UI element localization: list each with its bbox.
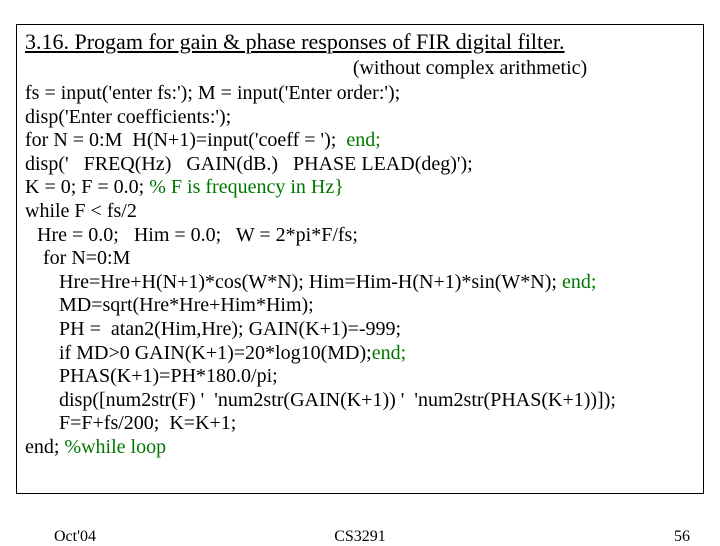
code-text: if MD>0 GAIN(K+1)=20*log10(MD); [59,342,372,364]
code-line: MD=sqrt(Hre*Hre+Him*Him); [25,294,695,318]
footer-course: CS3291 [0,528,720,546]
code-text: Hre=Hre+H(N+1)*cos(W*N); Him=Him-H(N+1)*… [59,271,562,293]
code-line: PHAS(K+1)=PH*180.0/pi; [25,365,695,389]
code-line: end; %while loop [25,436,695,460]
code-line: F=F+fs/200; K=K+1; [25,412,695,436]
comment: % F is frequency in Hz} [149,176,344,198]
comment: %while loop [64,436,166,458]
slide-title: 3.16. Progam for gain & phase responses … [25,29,695,55]
footer-page-number: 56 [674,528,690,546]
code-line: Hre=Hre+H(N+1)*cos(W*N); Him=Him-H(N+1)*… [25,271,695,295]
code-text: K = 0; F = 0.0; [25,176,149,198]
code-line: PH = atan2(Him,Hre); GAIN(K+1)=-999; [25,318,695,342]
keyword-end: end; [562,271,596,293]
code-line: disp(' FREQ(Hz) GAIN(dB.) PHASE LEAD(deg… [25,153,695,177]
code-line: fs = input('enter fs:'); M = input('Ente… [25,82,695,106]
code-line: disp('Enter coefficients:'); [25,106,695,130]
code-line: while F < fs/2 [25,200,695,224]
code-line: K = 0; F = 0.0; % F is frequency in Hz} [25,176,695,200]
slide-subtitle: (without complex arithmetic) [25,57,695,80]
code-text: end; [25,436,64,458]
code-line: for N = 0:M H(N+1)=input('coeff = '); en… [25,129,695,153]
code-text: for N = 0:M H(N+1)=input('coeff = '); [25,129,346,151]
keyword-end: end; [372,342,406,364]
slide-content: 3.16. Progam for gain & phase responses … [16,24,704,494]
code-line: if MD>0 GAIN(K+1)=20*log10(MD);end; [25,342,695,366]
code-line: Hre = 0.0; Him = 0.0; W = 2*pi*F/fs; [25,224,695,248]
keyword-end: end; [346,129,380,151]
code-line: for N=0:M [25,247,695,271]
code-line: disp([num2str(F) ' 'num2str(GAIN(K+1)) '… [25,389,695,413]
